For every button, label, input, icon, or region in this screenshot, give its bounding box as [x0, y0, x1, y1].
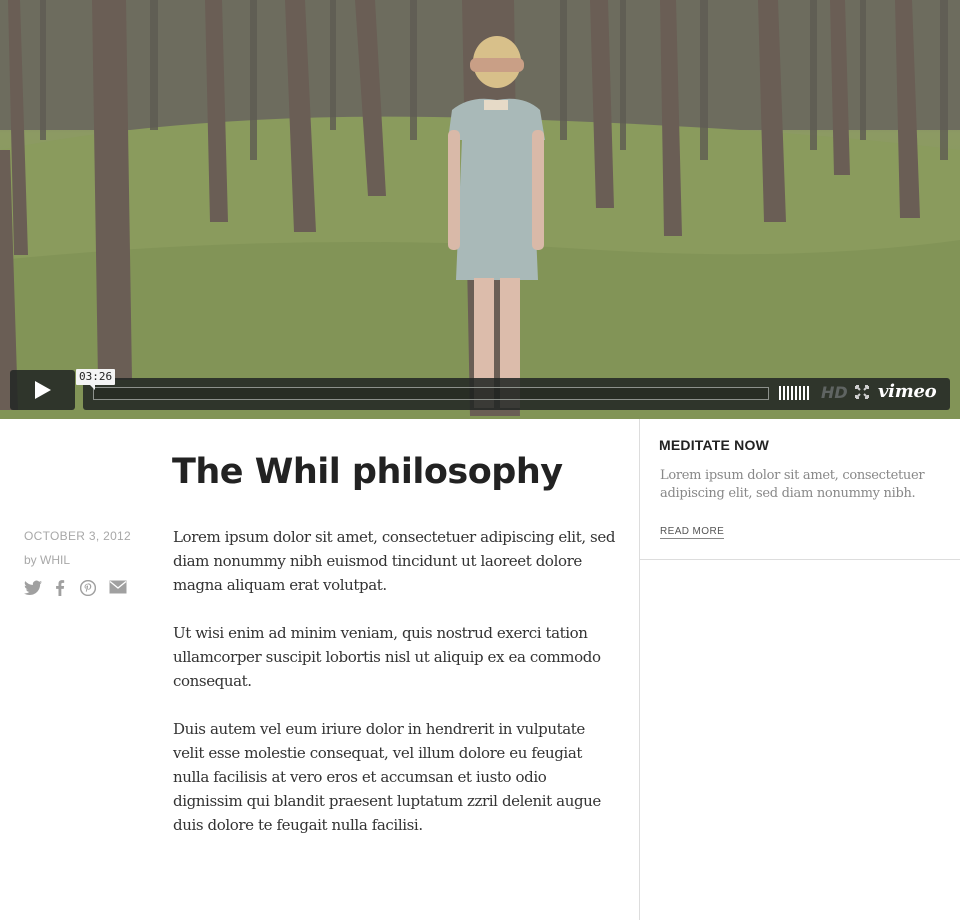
- sidebar-divider: [640, 559, 960, 560]
- pinterest-icon[interactable]: [79, 579, 97, 601]
- hd-toggle[interactable]: HD: [821, 383, 848, 403]
- sidebar-text: Lorem ipsum dolor sit amet, consectetuer…: [660, 468, 925, 501]
- video-frame-image: [0, 0, 960, 419]
- timecode-tooltip: 03:26: [76, 369, 116, 390]
- article-date: OCTOBER 3, 2012: [24, 529, 131, 543]
- video-controls: HD vimeo 03:26: [10, 369, 950, 410]
- article-paragraph: Lorem ipsum dolor sit amet, consectetuer…: [173, 528, 616, 594]
- column-divider: [639, 419, 640, 920]
- video-player[interactable]: HD vimeo 03:26: [0, 0, 960, 419]
- volume-icon[interactable]: [779, 386, 813, 400]
- sidebar-title: MEDITATE NOW: [659, 437, 769, 453]
- article-paragraph: Duis autem vel eum iriure dolor in hendr…: [173, 720, 601, 834]
- fullscreen-icon[interactable]: [855, 385, 869, 399]
- vimeo-logo[interactable]: vimeo: [878, 381, 937, 403]
- read-more-link[interactable]: READ MORE: [660, 526, 725, 539]
- article-paragraph: Ut wisi enim ad minim veniam, quis nostr…: [173, 624, 601, 690]
- article-byline: by WHIL: [24, 553, 71, 567]
- article-body: Lorem ipsum dolor sit amet, consectetuer…: [173, 525, 618, 861]
- play-button[interactable]: [10, 370, 75, 410]
- control-bar: HD vimeo: [83, 378, 950, 410]
- progress-bar[interactable]: [93, 387, 769, 400]
- twitter-icon[interactable]: [24, 580, 42, 601]
- play-icon: [35, 381, 51, 399]
- facebook-icon[interactable]: [55, 580, 65, 601]
- mail-icon[interactable]: [109, 580, 127, 599]
- article-title: The Whil philosophy: [172, 452, 563, 492]
